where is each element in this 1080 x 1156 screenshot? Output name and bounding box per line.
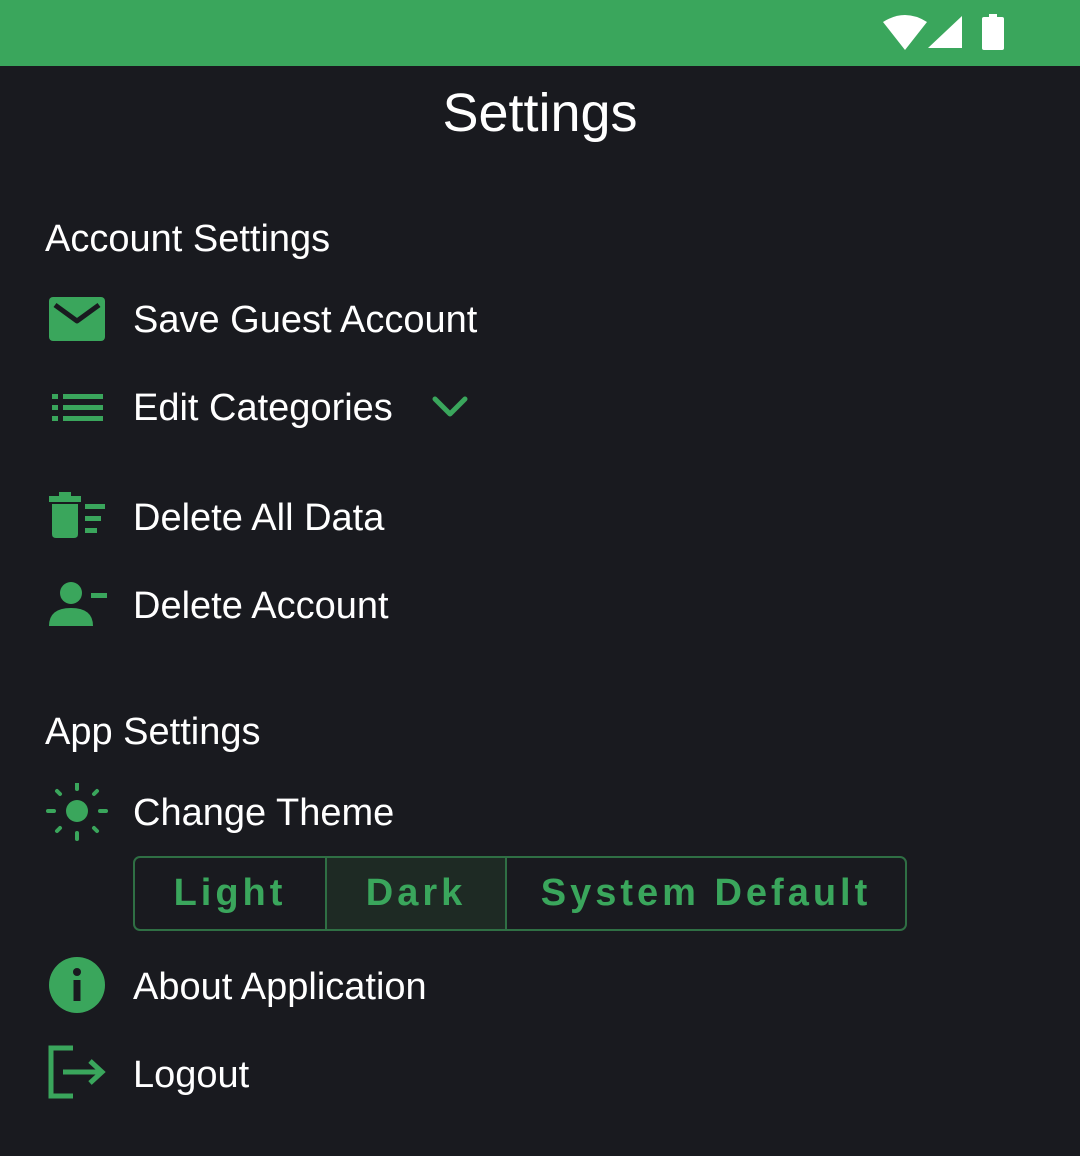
theme-light-button[interactable]: Light xyxy=(135,858,325,929)
save-guest-account-label: Save Guest Account xyxy=(133,299,478,341)
delete-all-data-item[interactable]: Delete All Data xyxy=(45,488,745,548)
theme-dark-button[interactable]: Dark xyxy=(325,858,505,929)
delete-sweep-icon xyxy=(45,488,109,548)
save-guest-account-item[interactable]: Save Guest Account xyxy=(45,290,745,350)
wifi-icon xyxy=(883,15,927,50)
logout-icon xyxy=(45,1045,109,1105)
delete-account-item[interactable]: Delete Account xyxy=(45,576,745,636)
theme-segmented-control: Light Dark System Default xyxy=(133,856,907,931)
delete-account-label: Delete Account xyxy=(133,585,389,627)
sun-icon xyxy=(45,783,109,843)
person-remove-icon xyxy=(45,576,109,636)
chevron-down-icon[interactable] xyxy=(430,390,470,426)
app-settings-header: App Settings xyxy=(45,711,261,753)
cell-signal-icon xyxy=(928,16,962,48)
info-icon xyxy=(45,957,109,1017)
about-application-item[interactable]: About Application xyxy=(45,957,745,1017)
account-settings-header: Account Settings xyxy=(45,218,331,260)
about-application-label: About Application xyxy=(133,966,427,1008)
change-theme-label: Change Theme xyxy=(133,792,395,834)
edit-categories-label: Edit Categories xyxy=(133,387,393,429)
delete-all-data-label: Delete All Data xyxy=(133,497,385,539)
battery-icon xyxy=(982,14,1004,50)
list-icon xyxy=(45,378,109,438)
page-title: Settings xyxy=(442,83,638,143)
theme-system-default-button[interactable]: System Default xyxy=(505,858,905,929)
envelope-icon xyxy=(45,290,109,350)
logout-label: Logout xyxy=(133,1054,250,1096)
change-theme-item[interactable]: Change Theme xyxy=(45,783,745,843)
status-bar xyxy=(0,0,1080,66)
edit-categories-item[interactable]: Edit Categories xyxy=(45,378,745,438)
logout-item[interactable]: Logout xyxy=(45,1045,745,1105)
